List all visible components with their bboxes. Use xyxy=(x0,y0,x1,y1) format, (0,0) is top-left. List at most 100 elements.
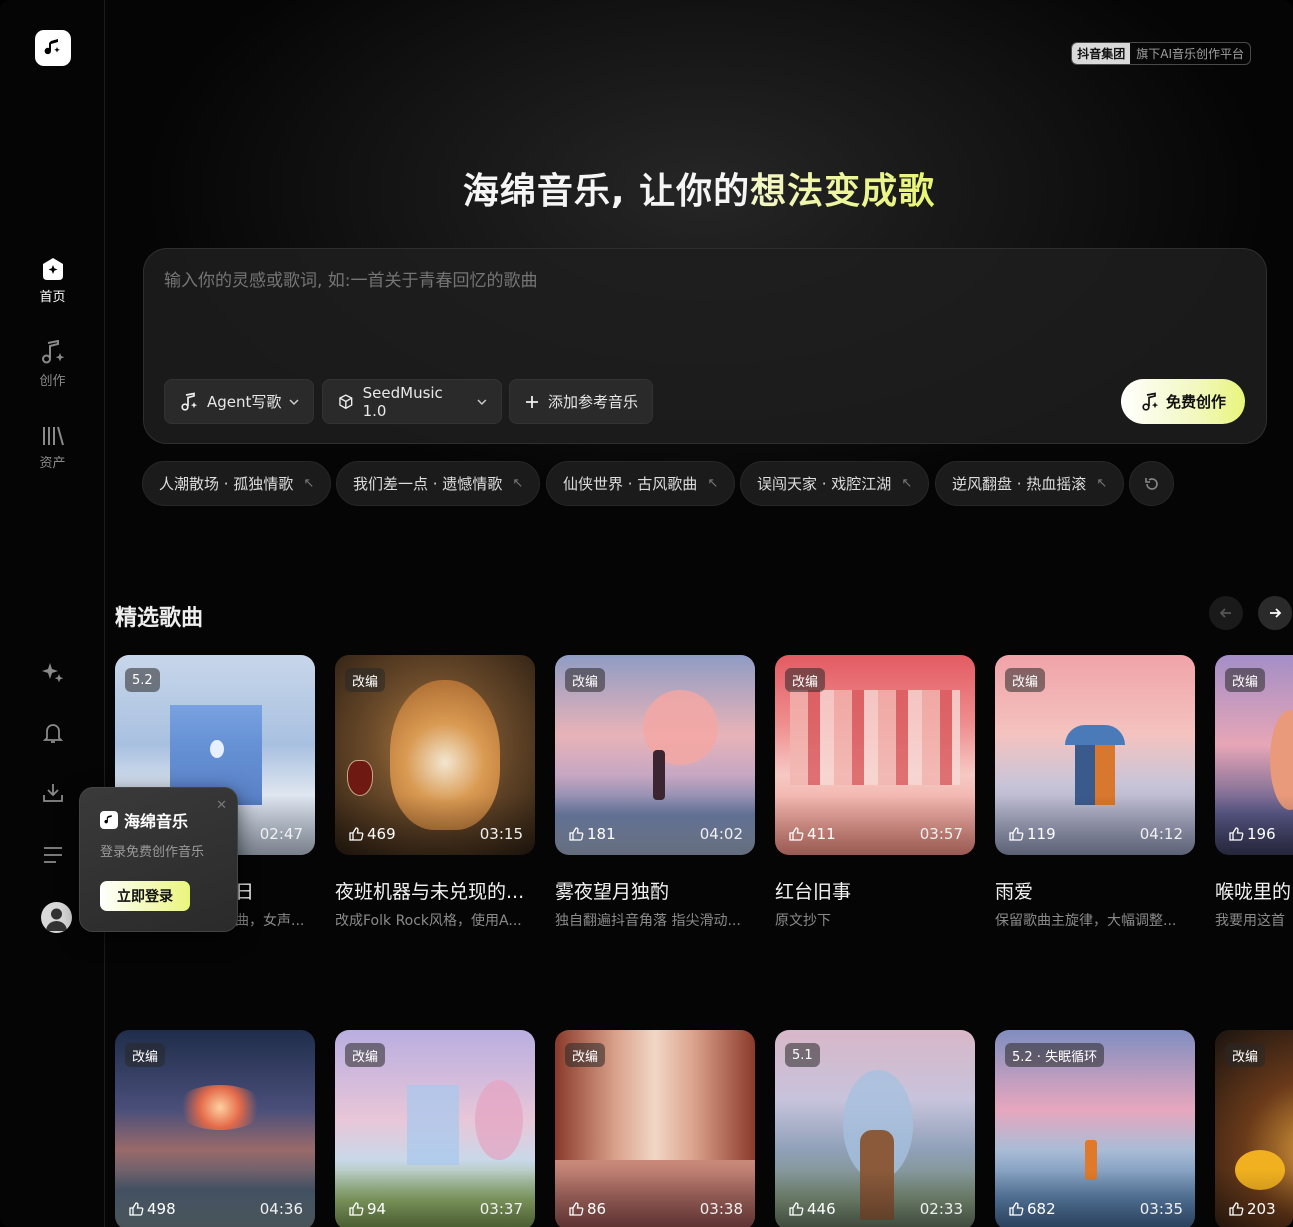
music-create-icon xyxy=(41,340,64,364)
arrow-up-left-icon: ↖ xyxy=(512,476,524,491)
suggestion-chip[interactable]: 仙侠世界 · 古风歌曲 ↖ xyxy=(546,461,736,506)
song-card[interactable]: 改编 86 03:38 xyxy=(555,1030,755,1227)
song-likes-count: 196 xyxy=(1247,825,1276,843)
song-cover[interactable]: 改编 94 03:37 xyxy=(335,1030,535,1227)
sidebar-item-create[interactable]: 创作 xyxy=(0,340,105,389)
song-card[interactable]: 改编 94 03:37 xyxy=(335,1030,535,1227)
song-title[interactable]: 红台旧事 xyxy=(775,877,975,904)
arrow-right-icon xyxy=(1270,608,1282,618)
song-cover[interactable]: 改编 86 03:38 xyxy=(555,1030,755,1227)
song-likes-count: 446 xyxy=(807,1200,836,1218)
song-cover[interactable]: 改编 203 xyxy=(1215,1030,1293,1227)
arrow-up-left-icon: ↖ xyxy=(707,476,719,491)
arrow-left-icon xyxy=(1219,608,1231,618)
song-card[interactable]: 改编 498 04:36 xyxy=(115,1030,315,1227)
song-card[interactable]: 5.1 446 02:33 xyxy=(775,1030,975,1227)
agent-mode-select[interactable]: Agent写歌 xyxy=(164,379,315,424)
song-title[interactable]: 雾夜望月独酌 xyxy=(555,877,755,904)
main-content: 抖音集团 旗下AI音乐创作平台 海绵音乐, 让你的想法变成歌 Agent写歌 S… xyxy=(105,0,1293,1227)
platform-badge: 旗下AI音乐创作平台 xyxy=(1136,47,1244,61)
cube-icon xyxy=(339,393,353,409)
close-icon[interactable]: ✕ xyxy=(216,798,227,813)
song-cover[interactable]: 5.2 · 失眠循环 682 03:35 xyxy=(995,1030,1195,1227)
cover-art-shape xyxy=(175,1085,265,1130)
group-badge: 抖音集团 xyxy=(1072,43,1131,64)
song-title[interactable]: 夜班机器与未兑现的... xyxy=(335,877,535,904)
thumbs-up-icon xyxy=(349,1202,364,1216)
song-likes: 446 xyxy=(788,1200,836,1218)
song-likes-count: 86 xyxy=(587,1200,607,1218)
thumbs-up-icon xyxy=(1009,1202,1024,1216)
song-title[interactable]: 喉咙里的 xyxy=(1215,877,1293,904)
suggestion-label: 我们差一点 · 遗憾情歌 xyxy=(353,475,503,493)
suggestion-chip[interactable]: 逆风翻盘 · 热血摇滚 ↖ xyxy=(935,461,1125,506)
sidebar-item-home[interactable]: 首页 xyxy=(0,256,105,305)
song-card[interactable]: 改编 203 xyxy=(1215,1030,1293,1227)
thumbs-up-icon xyxy=(569,1202,584,1216)
song-duration: 02:33 xyxy=(919,1200,963,1218)
song-cover[interactable]: 5.1 446 02:33 xyxy=(775,1030,975,1227)
hero-title: 海绵音乐, 让你的想法变成歌 xyxy=(105,162,1293,214)
avatar[interactable] xyxy=(41,902,72,933)
song-subtitle: 保留歌曲主旋律，大幅调整... xyxy=(995,913,1177,929)
song-card[interactable]: 改编 411 03:57 红台旧事 原文抄下 xyxy=(775,655,975,930)
menu-list-icon[interactable] xyxy=(40,842,66,868)
song-subtitle: 我要用这首 xyxy=(1215,913,1285,929)
app-logo[interactable] xyxy=(35,30,71,66)
song-subtitle: 原文抄下 xyxy=(775,913,831,929)
song-card[interactable]: 改编 181 04:02 雾夜望月独酌 独自翻遍抖音角落 指尖滑动... xyxy=(555,655,755,930)
song-duration: 04:12 xyxy=(1139,825,1183,843)
song-tag: 改编 xyxy=(1225,1043,1266,1067)
cover-art-shape xyxy=(475,1080,523,1160)
cover-art-shape xyxy=(653,750,665,800)
song-card[interactable]: 改编 196 喉咙里的 我要用这首 xyxy=(1215,655,1293,930)
song-likes: 203 xyxy=(1228,1200,1276,1218)
song-cover[interactable]: 改编 498 04:36 xyxy=(115,1030,315,1227)
suggestion-chip[interactable]: 我们差一点 · 遗憾情歌 ↖ xyxy=(336,461,541,506)
song-duration: 03:38 xyxy=(699,1200,743,1218)
model-select[interactable]: SeedMusic 1.0 xyxy=(322,379,502,424)
song-likes: 196 xyxy=(1228,825,1276,843)
sidebar-item-label: 创作 xyxy=(39,374,66,389)
arrow-up-left-icon: ↖ xyxy=(901,476,913,491)
bell-icon[interactable] xyxy=(40,720,66,746)
song-cover[interactable]: 改编 119 04:12 xyxy=(995,655,1195,855)
brand-badge: 抖音集团 旗下AI音乐创作平台 xyxy=(1071,42,1251,65)
song-likes-count: 498 xyxy=(147,1200,176,1218)
cover-shade xyxy=(995,1170,1195,1227)
song-cover[interactable]: 改编 196 xyxy=(1215,655,1293,855)
song-likes-count: 119 xyxy=(1027,825,1056,843)
arrow-up-left-icon: ↖ xyxy=(303,476,315,491)
suggestion-chip[interactable]: 人潮散场 · 孤独情歌 ↖ xyxy=(142,461,332,506)
suggestion-chip[interactable]: 误闯天家 · 戏腔江湖 ↖ xyxy=(740,461,930,506)
suggestion-label: 人潮散场 · 孤独情歌 xyxy=(159,475,294,493)
song-cover[interactable]: 改编 411 03:57 xyxy=(775,655,975,855)
music-note-logo-icon xyxy=(44,39,60,55)
download-icon[interactable] xyxy=(40,780,66,806)
song-card[interactable]: 改编 119 04:12 雨爱 保留歌曲主旋律，大幅调整... xyxy=(995,655,1195,930)
sidebar-item-assets[interactable]: 资产 xyxy=(0,424,105,471)
free-create-button[interactable]: 免费创作 xyxy=(1121,379,1245,424)
login-button[interactable]: 立即登录 xyxy=(100,881,190,911)
sparkle-icon[interactable] xyxy=(40,660,66,686)
song-tag: 改编 xyxy=(125,1043,166,1067)
prompt-input[interactable] xyxy=(164,271,1064,291)
thumbs-up-icon xyxy=(1229,827,1244,841)
cover-art-shape xyxy=(347,760,373,796)
refresh-suggestions-button[interactable] xyxy=(1129,461,1174,506)
carousel-prev-button[interactable] xyxy=(1209,596,1243,630)
carousel-next-button[interactable] xyxy=(1258,596,1292,630)
song-cover[interactable]: 改编 469 03:15 xyxy=(335,655,535,855)
sidebar: 首页 创作 资产 xyxy=(0,0,105,1227)
suggestion-label: 仙侠世界 · 古风歌曲 xyxy=(563,475,698,493)
song-likes: 411 xyxy=(788,825,836,843)
song-card[interactable]: 改编 469 03:15 夜班机器与未兑现的... 改成Folk Rock风格，… xyxy=(335,655,535,930)
thumbs-up-icon xyxy=(349,827,364,841)
song-cover[interactable]: 改编 181 04:02 xyxy=(555,655,755,855)
song-likes: 94 xyxy=(348,1200,386,1218)
song-card[interactable]: 5.2 · 失眠循环 682 03:35 xyxy=(995,1030,1195,1227)
add-reference-music-button[interactable]: 添加参考音乐 xyxy=(509,379,654,424)
song-title[interactable]: 雨爱 xyxy=(995,877,1195,904)
song-duration: 04:36 xyxy=(259,1200,303,1218)
featured-section-title: 精选歌曲 xyxy=(115,606,204,631)
